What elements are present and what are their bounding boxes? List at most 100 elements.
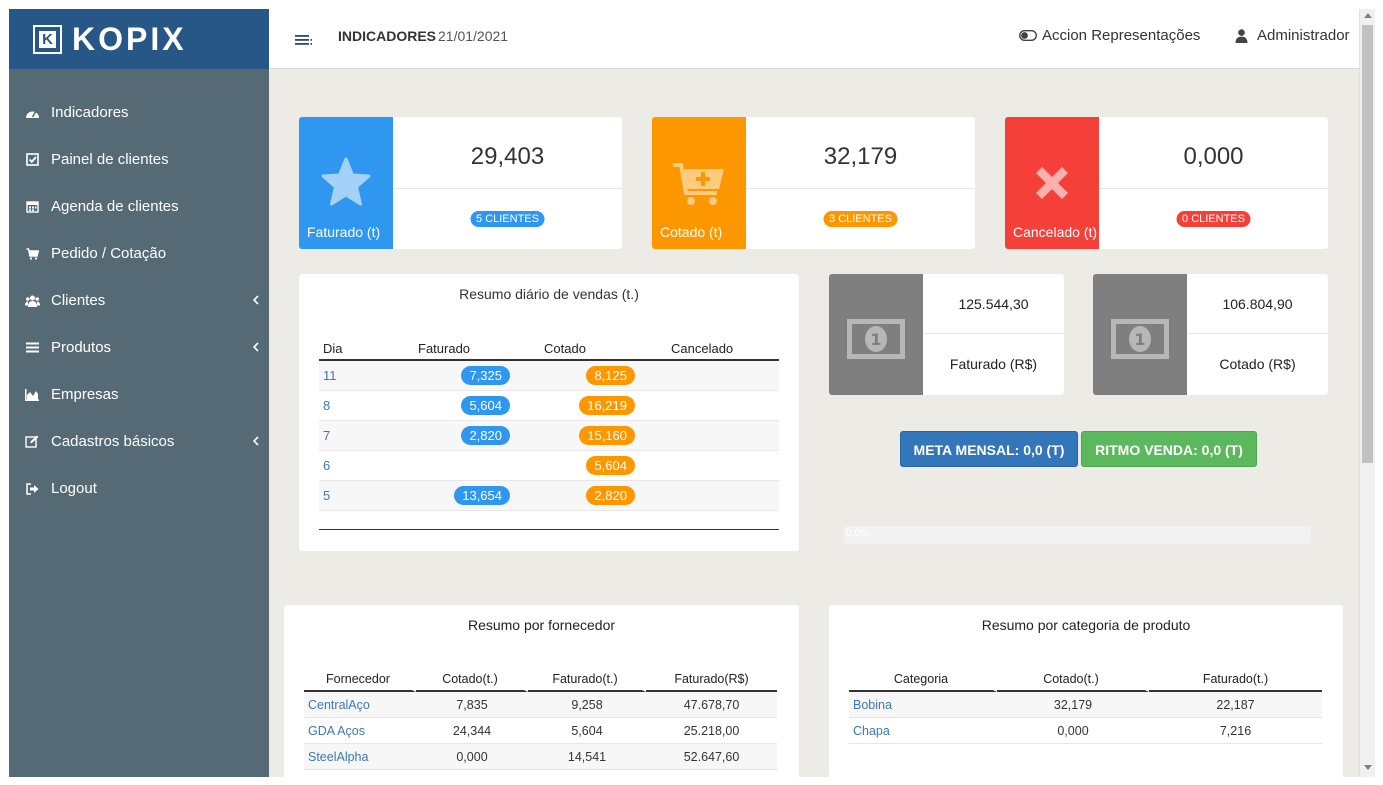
sidebar-item-label: Agenda de clientes bbox=[51, 198, 179, 215]
sidebar-item-clientes[interactable]: Clientes bbox=[9, 277, 269, 324]
scroll-up-icon[interactable] bbox=[1364, 13, 1372, 18]
svg-text:1: 1 bbox=[870, 330, 881, 349]
ritmo-venda-button[interactable]: RITMO VENDA: 0,0 (T) bbox=[1081, 431, 1257, 467]
sidebar-item-indicadores[interactable]: Indicadores bbox=[9, 89, 269, 136]
table-row: 5 13,654 2,820 bbox=[319, 480, 779, 511]
supplier-summary-panel: Resumo por fornecedor Fornecedor Cotado(… bbox=[284, 605, 799, 777]
column-header: Fornecedor bbox=[304, 668, 416, 692]
column-header: Faturado(t.) bbox=[528, 668, 646, 692]
sidebar-item-label: Empresas bbox=[51, 386, 119, 403]
day-cell: 7 bbox=[319, 420, 414, 451]
table-cell: 25.218,00 bbox=[646, 718, 777, 744]
table-cell: 7,216 bbox=[1149, 718, 1322, 744]
cart-plus-icon bbox=[671, 155, 727, 211]
user-menu[interactable]: Administrador bbox=[1235, 27, 1350, 44]
menu-toggle-icon[interactable] bbox=[293, 29, 315, 49]
panel-title: Resumo por fornecedor bbox=[467, 617, 616, 633]
stat-value: 29,403 bbox=[393, 117, 622, 189]
panel-title: Resumo por categoria de produto bbox=[981, 617, 1191, 633]
panel-title: Resumo diário de vendas (t.) bbox=[459, 286, 639, 302]
sidebar-item-label: Pedido / Cotação bbox=[51, 245, 167, 262]
faturado-cell bbox=[414, 450, 514, 481]
daily-sales-panel: Resumo diário de vendas (t.) Dia Faturad… bbox=[299, 274, 799, 551]
company-name: Accion Representações bbox=[1042, 27, 1201, 44]
table-row: 8 5,604 16,219 bbox=[319, 390, 779, 421]
sidebar-item-label: Painel de clientes bbox=[51, 151, 169, 168]
sidebar-item-produtos[interactable]: Produtos bbox=[9, 324, 269, 371]
cotado-cell: 16,219 bbox=[514, 390, 639, 421]
table-divider bbox=[319, 529, 779, 530]
column-header: Cotado(t.) bbox=[416, 668, 528, 692]
page-scrollbar[interactable] bbox=[1359, 9, 1375, 777]
table-cell: 32,179 bbox=[997, 692, 1149, 718]
sidebar-item-painel-de-clientes[interactable]: Painel de clientes bbox=[9, 136, 269, 183]
page-date: 21/01/2021 bbox=[438, 28, 509, 44]
cancelado-cell bbox=[639, 360, 779, 391]
sidebar-menu: Indicadores Painel de clientes Agenda de… bbox=[9, 69, 269, 512]
sidebar-item-empresas[interactable]: Empresas bbox=[9, 371, 269, 418]
table-cell: 22,187 bbox=[1149, 692, 1322, 718]
money-icon: 1 bbox=[1110, 318, 1170, 360]
stat-value: 32,179 bbox=[746, 117, 975, 189]
table-row: SteelAlpha 0,000 14,541 52.647,60 bbox=[304, 744, 777, 770]
supplier-table: Fornecedor Cotado(t.) Faturado(t.) Fatur… bbox=[304, 668, 777, 770]
column-header: Cotado bbox=[514, 337, 639, 361]
sidebar-item-label: Indicadores bbox=[51, 104, 129, 121]
table-cell: 5,604 bbox=[528, 718, 646, 744]
sidebar-item-label: Clientes bbox=[51, 292, 106, 309]
sidebar-item-logout[interactable]: Logout bbox=[9, 465, 269, 512]
faturado-cell: 7,325 bbox=[414, 360, 514, 391]
page-title: INDICADORES bbox=[338, 28, 437, 44]
column-header: Categoria bbox=[849, 668, 997, 692]
money-card-faturado: 1 125.544,30 Faturado (R$) bbox=[829, 274, 1064, 395]
table-row: Bobina 32,179 22,187 bbox=[849, 692, 1322, 718]
column-header: Faturado(R$) bbox=[646, 668, 777, 692]
supplier-link[interactable]: CentralAço bbox=[304, 692, 416, 718]
money-label: Cotado (R$) bbox=[1219, 356, 1296, 372]
cancelado-cell bbox=[639, 420, 779, 451]
users-icon bbox=[24, 294, 40, 308]
chevron-left-icon bbox=[249, 293, 263, 307]
day-cell: 6 bbox=[319, 450, 414, 481]
stat-card-cancelado: Cancelado (t) 0,000 0 CLIENTES bbox=[1005, 117, 1328, 249]
sidebar: K KOPIX Indicadores Painel de clientes A… bbox=[9, 9, 269, 777]
user-icon bbox=[1235, 28, 1248, 43]
sidebar-item-label: Cadastros básicos bbox=[51, 433, 175, 450]
chevron-left-icon bbox=[249, 434, 263, 448]
day-cell: 5 bbox=[319, 480, 414, 511]
svg-text:1: 1 bbox=[1134, 330, 1145, 349]
scroll-down-icon[interactable] bbox=[1364, 765, 1372, 770]
column-header: Faturado(t.) bbox=[1149, 668, 1322, 692]
stat-label: Cotado (t) bbox=[660, 224, 723, 240]
cancelado-cell bbox=[639, 390, 779, 421]
day-cell: 11 bbox=[319, 360, 414, 391]
supplier-link[interactable]: GDA Aços bbox=[304, 718, 416, 744]
sidebar-item-pedido-cotacao[interactable]: Pedido / Cotação bbox=[9, 230, 269, 277]
cotado-cell: 8,125 bbox=[514, 360, 639, 391]
toggle-icon bbox=[1019, 30, 1037, 41]
logo-mark-icon: K bbox=[33, 24, 62, 54]
brand-name: KOPIX bbox=[72, 20, 187, 57]
day-cell: 8 bbox=[319, 390, 414, 421]
supplier-link[interactable]: SteelAlpha bbox=[304, 744, 416, 770]
money-icon: 1 bbox=[846, 318, 906, 360]
sidebar-item-label: Logout bbox=[51, 480, 97, 497]
scrollbar-thumb[interactable] bbox=[1362, 25, 1373, 463]
money-value: 106.804,90 bbox=[1187, 274, 1328, 334]
sign-out-icon bbox=[24, 482, 40, 496]
faturado-cell: 13,654 bbox=[414, 480, 514, 511]
company-switch[interactable]: Accion Representações bbox=[1019, 27, 1200, 44]
table-cell: 0,000 bbox=[997, 718, 1149, 744]
table-cell: 0,000 bbox=[416, 744, 528, 770]
column-header: Dia bbox=[319, 337, 414, 361]
category-link[interactable]: Bobina bbox=[849, 692, 997, 718]
sidebar-item-cadastros-basicos[interactable]: Cadastros básicos bbox=[9, 418, 269, 465]
cotado-cell: 5,604 bbox=[514, 450, 639, 481]
dashboard-icon bbox=[24, 106, 40, 120]
edit-icon bbox=[24, 435, 40, 449]
meta-mensal-button[interactable]: META MENSAL: 0,0 (T) bbox=[900, 431, 1078, 467]
category-link[interactable]: Chapa bbox=[849, 718, 997, 744]
brand-logo[interactable]: K KOPIX bbox=[9, 9, 269, 69]
sidebar-item-agenda-de-clientes[interactable]: Agenda de clientes bbox=[9, 183, 269, 230]
table-cell: 24,344 bbox=[416, 718, 528, 744]
